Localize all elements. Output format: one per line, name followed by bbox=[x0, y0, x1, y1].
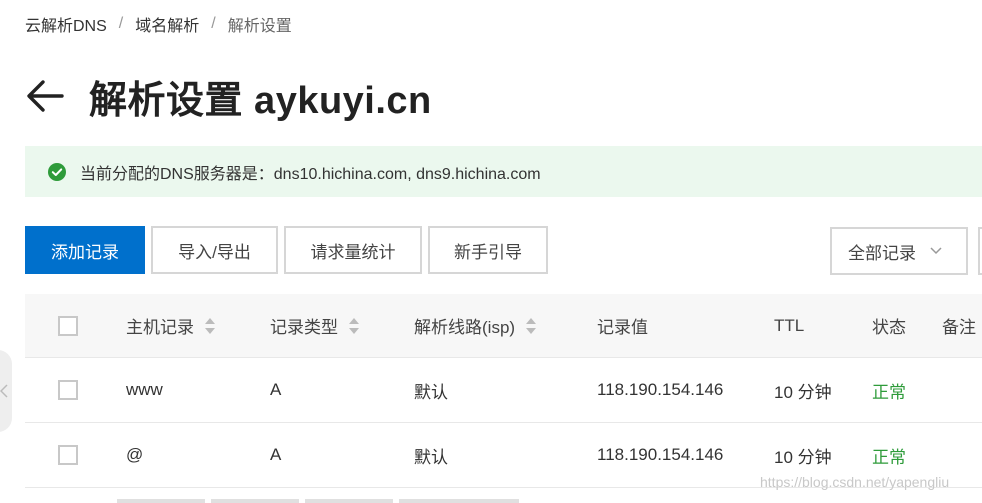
cell-line: 默认 bbox=[414, 447, 448, 467]
sort-icon[interactable] bbox=[348, 317, 360, 335]
watermark: https://blog.csdn.net/yapengliu bbox=[760, 474, 950, 490]
row-action-button[interactable] bbox=[399, 499, 519, 503]
column-line[interactable]: 解析线路(isp) bbox=[414, 313, 597, 338]
dns-server-banner: 当前分配的DNS服务器是：dns10.hichina.com, dns9.hic… bbox=[25, 146, 982, 197]
sort-icon[interactable] bbox=[204, 317, 216, 335]
column-status: 状态 bbox=[872, 318, 906, 337]
side-panel-toggle[interactable] bbox=[0, 350, 12, 432]
dns-records-table: 主机记录 记录类型 解析线路(isp) 记录值 TTL 状态 备注 www A … bbox=[25, 294, 982, 488]
row-action-button[interactable] bbox=[211, 499, 299, 503]
row-checkbox[interactable] bbox=[58, 445, 78, 465]
cell-type: A bbox=[270, 445, 282, 464]
column-note: 备注 bbox=[942, 318, 976, 337]
record-filter-select[interactable]: 全部记录 bbox=[830, 227, 968, 275]
column-type[interactable]: 记录类型 bbox=[270, 313, 414, 338]
breadcrumb-current: 解析设置 bbox=[227, 18, 292, 35]
request-stats-button[interactable]: 请求量统计 bbox=[284, 226, 422, 274]
breadcrumb-item-dns[interactable]: 云解析DNS bbox=[25, 12, 107, 36]
column-ttl: TTL bbox=[774, 315, 805, 335]
sort-icon[interactable] bbox=[525, 317, 537, 335]
breadcrumb-separator: / bbox=[211, 15, 216, 32]
record-filter-value: 全部记录 bbox=[848, 243, 916, 263]
row-action-button[interactable] bbox=[117, 499, 205, 503]
cell-ttl: 10 分钟 bbox=[774, 447, 832, 467]
dns-server-text: 当前分配的DNS服务器是：dns10.hichina.com, dns9.hic… bbox=[80, 165, 541, 183]
column-line-label: 解析线路(isp) bbox=[414, 318, 516, 337]
column-host-label: 主机记录 bbox=[126, 318, 194, 337]
column-type-label: 记录类型 bbox=[270, 318, 338, 337]
add-record-button[interactable]: 添加记录 bbox=[25, 226, 145, 274]
row-checkbox[interactable] bbox=[58, 380, 78, 400]
check-circle-icon bbox=[48, 162, 66, 181]
select-all-checkbox[interactable] bbox=[58, 315, 78, 336]
toolbar-overflow-control[interactable] bbox=[978, 227, 982, 275]
status-badge: 正常 bbox=[872, 447, 906, 467]
back-button[interactable] bbox=[25, 76, 65, 116]
cell-host: www bbox=[126, 380, 163, 399]
page-title: 解析设置 aykuyi.cn bbox=[89, 79, 432, 122]
cell-line: 默认 bbox=[414, 382, 448, 402]
status-badge: 正常 bbox=[872, 382, 906, 402]
cell-host: @ bbox=[126, 445, 144, 464]
table-header: 主机记录 记录类型 解析线路(isp) 记录值 TTL 状态 备注 bbox=[25, 294, 982, 358]
arrow-left-icon bbox=[27, 80, 64, 112]
breadcrumb-separator: / bbox=[118, 15, 124, 32]
column-host[interactable]: 主机记录 bbox=[126, 313, 270, 338]
column-value: 记录值 bbox=[597, 318, 648, 337]
chevron-left-icon bbox=[0, 384, 8, 398]
cell-ttl: 10 分钟 bbox=[774, 382, 832, 402]
row-action-button[interactable] bbox=[305, 499, 393, 503]
cell-value: 118.190.154.146 bbox=[597, 445, 724, 464]
cell-value: 118.190.154.146 bbox=[597, 380, 724, 399]
chevron-down-icon bbox=[930, 244, 942, 258]
beginner-guide-button[interactable]: 新手引导 bbox=[428, 226, 548, 274]
import-export-button[interactable]: 导入/导出 bbox=[151, 226, 278, 274]
title-row: 解析设置 aykuyi.cn bbox=[25, 66, 432, 126]
breadcrumb-item-domain[interactable]: 域名解析 bbox=[135, 12, 199, 36]
row-actions-strip bbox=[117, 499, 525, 503]
table-row: www A 默认 118.190.154.146 10 分钟 正常 bbox=[25, 358, 982, 423]
toolbar: 添加记录 导入/导出 请求量统计 新手引导 bbox=[25, 226, 554, 274]
cell-type: A bbox=[270, 380, 282, 399]
breadcrumb: 云解析DNS / 域名解析 / 解析设置 bbox=[25, 12, 292, 36]
